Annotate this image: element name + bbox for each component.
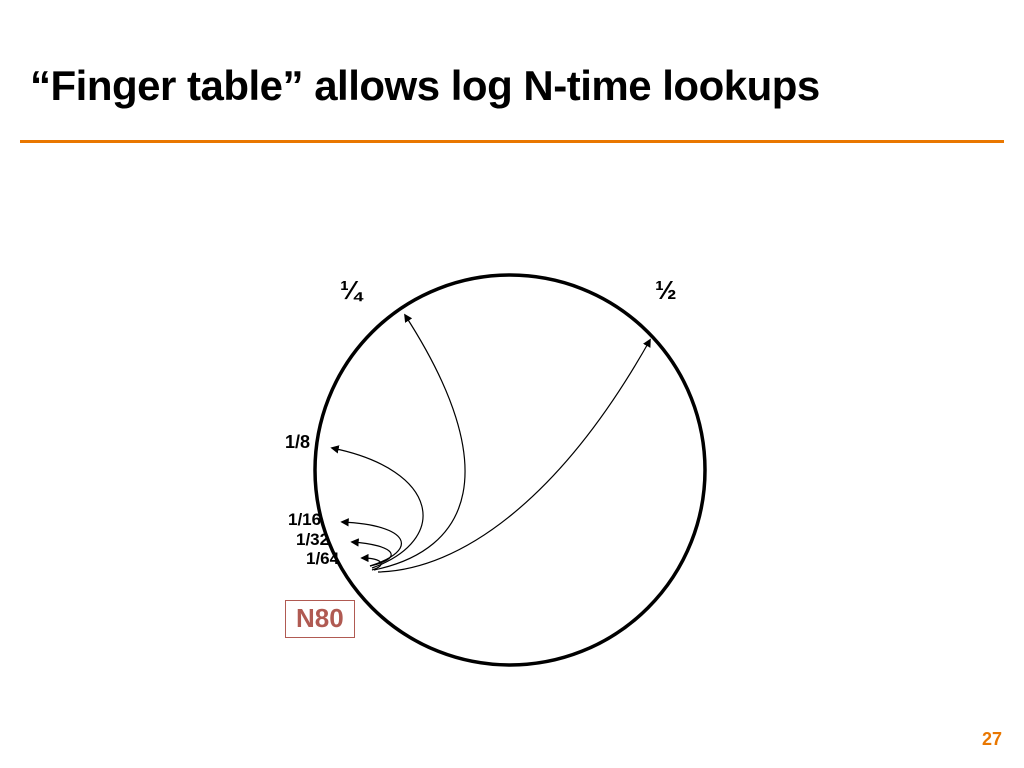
slide: “Finger table” allows log N-time lookups… [0, 0, 1024, 768]
ring-circle [315, 275, 705, 665]
node-label-box: N80 [285, 600, 355, 638]
fraction-label-eighth: 1/8 [285, 432, 310, 453]
fraction-label-thirty-second: 1/32 [296, 530, 329, 550]
fraction-label-half: ½ [655, 275, 677, 306]
fraction-label-sixty-fourth: 1/64 [306, 549, 339, 569]
title-rule [20, 140, 1004, 143]
finger-arc-half [378, 340, 650, 572]
page-number: 27 [982, 729, 1002, 750]
finger-table-diagram [260, 240, 760, 740]
node-label-text: N80 [296, 603, 344, 633]
fraction-label-quarter: ¼ [340, 275, 362, 306]
finger-arc-eighth [332, 448, 423, 568]
slide-title: “Finger table” allows log N-time lookups [30, 62, 820, 110]
fraction-label-sixteenth: 1/16 [288, 510, 321, 530]
